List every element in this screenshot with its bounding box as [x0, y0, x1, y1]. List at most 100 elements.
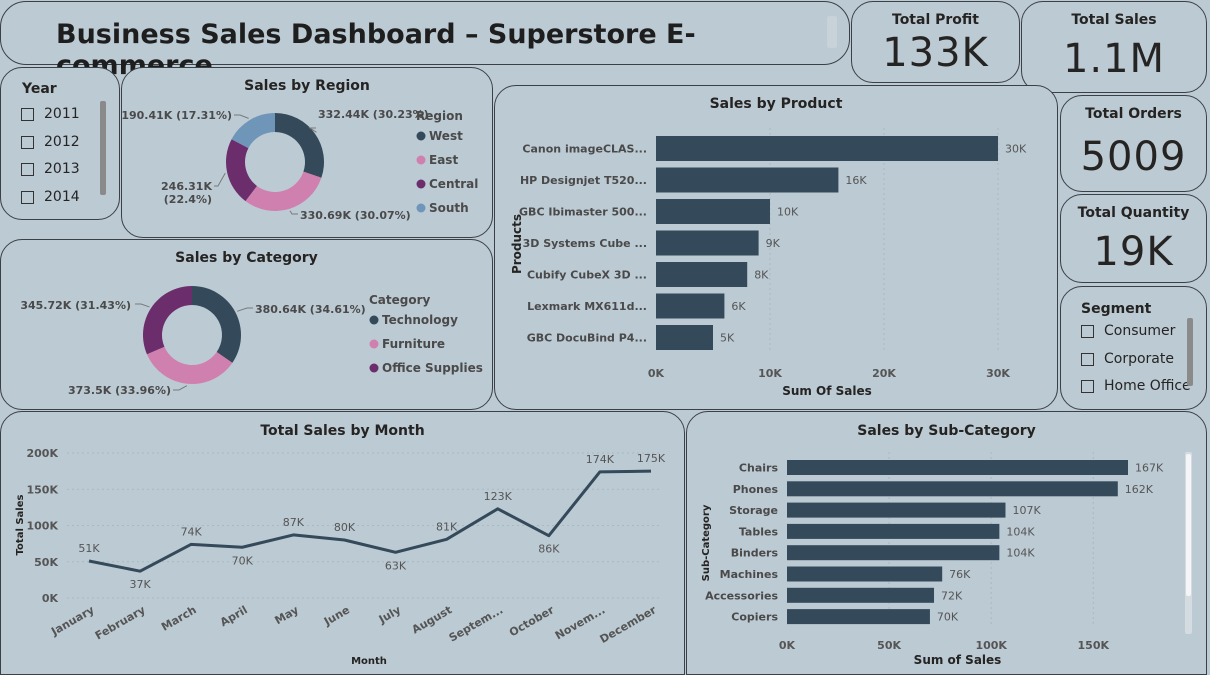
x-tick-label: August	[410, 603, 454, 636]
data-label: 246.31K	[161, 180, 212, 193]
data-label: 345.72K (31.43%)	[20, 299, 131, 312]
x-tick-label: February	[93, 603, 148, 642]
bar-data-label: 30K	[1005, 143, 1027, 156]
x-tick-label: 150K	[1078, 639, 1110, 652]
legend-marker	[369, 315, 379, 325]
title-scrollbar[interactable]	[827, 16, 837, 48]
data-label: 332.44K (30.23%)	[318, 108, 429, 121]
bar-data-label: 72K	[941, 589, 963, 602]
year-option[interactable]: 2013	[21, 161, 80, 177]
kpi-value: 19K	[1093, 229, 1174, 275]
segment-option[interactable]: Home Office	[1081, 378, 1191, 394]
x-tick-label: 10K	[758, 367, 782, 380]
y-tick-label: 150K	[27, 483, 59, 496]
title-banner: Business Sales Dashboard – Superstore E-…	[0, 1, 850, 81]
checkbox-icon[interactable]	[21, 162, 34, 176]
year-option[interactable]: 2011	[21, 106, 80, 122]
legend-item: Office Supplies	[382, 361, 483, 375]
bar	[787, 609, 930, 625]
category-label: GBC Ibimaster 500...	[519, 206, 647, 219]
category-label: Cubify CubeX 3D ...	[527, 269, 647, 282]
bar-data-label: 162K	[1125, 483, 1154, 496]
category-label: Canon imageCLAS...	[522, 143, 647, 156]
bar	[787, 587, 935, 603]
data-label: 190.41K (17.31%)	[122, 109, 232, 122]
data-label: 373.5K (33.96%)	[68, 384, 171, 397]
segment-option[interactable]: Corporate	[1081, 351, 1174, 367]
legend-title: Region	[416, 109, 463, 123]
year-scrollbar[interactable]	[100, 101, 106, 195]
category-label: Binders	[731, 547, 779, 560]
bar-data-label: 5K	[720, 332, 735, 345]
donut-slice-east	[245, 171, 322, 211]
region-donut-chart: 332.44K (30.23%) 330.69K (30.07%) 246.31K(…	[122, 108, 478, 222]
checkbox-icon[interactable]	[21, 135, 34, 149]
bar	[656, 262, 748, 287]
bar	[787, 523, 1000, 539]
legend-marker	[369, 363, 379, 373]
data-label: (22.4%)	[164, 193, 212, 206]
segment-slicer-title: Segment	[1081, 301, 1152, 317]
segment-option[interactable]: Consumer	[1081, 323, 1175, 339]
checkbox-icon[interactable]	[21, 107, 34, 121]
category-chart-panel: Sales by Category 380.64K (34.61%) 373.5K…	[0, 239, 493, 410]
kpi-label: Total Profit	[892, 12, 979, 28]
point-data-label: 63K	[385, 559, 407, 572]
subcategory-scrollbar-thumb[interactable]	[1186, 454, 1191, 596]
donut-slice-technology	[192, 286, 241, 363]
checkbox-icon[interactable]	[1081, 352, 1094, 366]
kpi-value: 5009	[1080, 134, 1187, 180]
checkbox-icon[interactable]	[1081, 379, 1094, 393]
point-data-label: 87K	[283, 516, 305, 529]
bar-data-label: 70K	[937, 611, 959, 624]
bar-data-label: 6K	[731, 300, 746, 313]
legend-item: West	[429, 129, 463, 143]
x-tick-label: March	[159, 603, 199, 633]
x-tick-label: 20K	[872, 367, 896, 380]
bar	[656, 136, 998, 161]
point-data-label: 37K	[129, 578, 151, 591]
x-tick-label: 30K	[986, 367, 1010, 380]
bar-data-label: 9K	[766, 237, 781, 250]
bar	[656, 293, 725, 319]
year-option[interactable]: 2014	[21, 189, 80, 205]
x-tick-label: 50K	[877, 639, 901, 652]
legend-title: Category	[369, 293, 431, 307]
y-axis-title: Products	[510, 214, 524, 274]
legend-marker	[369, 339, 379, 349]
donut-slice-central	[226, 139, 257, 202]
segment-scrollbar[interactable]	[1187, 318, 1193, 386]
x-tick-label: 0K	[779, 639, 796, 652]
leader-line	[234, 114, 249, 119]
legend-item: South	[429, 201, 469, 215]
leader-line	[236, 307, 253, 312]
donut-slice-west	[275, 113, 324, 178]
donut-slice-office-supplies	[143, 286, 192, 355]
category-label: Lexmark MX611d...	[527, 300, 647, 313]
kpi-total-sales: Total Sales 1.1M	[1021, 1, 1207, 93]
bar	[787, 566, 943, 582]
x-tick-label: December	[598, 603, 659, 646]
checkbox-icon[interactable]	[21, 190, 34, 204]
legend-marker	[416, 155, 426, 165]
y-tick-label: 200K	[27, 447, 59, 460]
x-tick-label: July	[376, 603, 403, 626]
bar	[787, 502, 1006, 518]
checkbox-icon[interactable]	[1081, 324, 1094, 338]
kpi-total-orders: Total Orders 5009	[1060, 95, 1207, 192]
bar-data-label: 10K	[777, 206, 799, 219]
bar-data-label: 104K	[1006, 547, 1035, 560]
x-tick-label: January	[48, 603, 96, 638]
year-slicer: Year 2011 2012 2013 2014	[0, 67, 120, 220]
bar	[787, 481, 1118, 497]
point-data-label: 174K	[586, 453, 615, 466]
category-label: Machines	[720, 568, 779, 581]
data-label: 380.64K (34.61%)	[255, 303, 366, 316]
kpi-value: 133K	[882, 30, 989, 76]
legend-item: East	[429, 153, 458, 167]
category-label: GBC DocuBind P4...	[527, 332, 647, 345]
category-label: Storage	[729, 504, 778, 517]
category-label: Phones	[733, 483, 779, 496]
x-tick-label: June	[321, 603, 352, 628]
year-option[interactable]: 2012	[21, 134, 80, 150]
